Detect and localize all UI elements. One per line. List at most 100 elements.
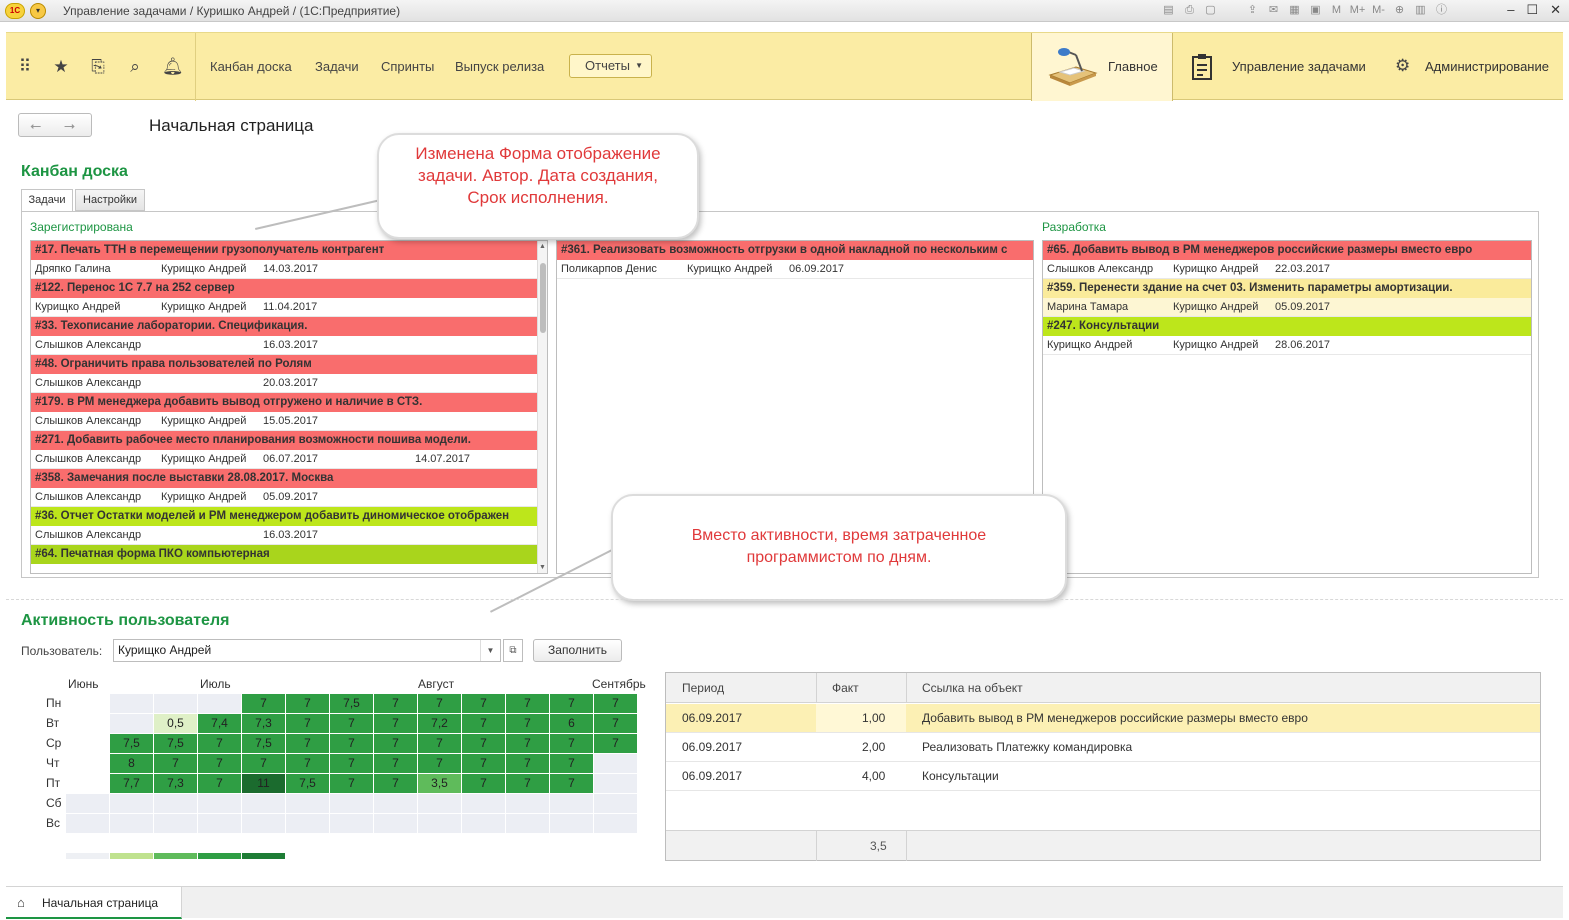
zoom-icon[interactable]: ⊕ — [1391, 3, 1408, 18]
forward-arrow-icon[interactable]: ⭢ — [64, 117, 75, 134]
scroll-up-icon[interactable]: ▲ — [539, 243, 546, 250]
card-title[interactable]: #271. Добавить рабочее место планировани… — [31, 431, 547, 450]
card-title[interactable]: #33. Техописание лаборатории. Спецификац… — [31, 317, 547, 336]
heatmap-cell[interactable]: 7 — [374, 774, 417, 793]
heatmap-cell[interactable]: 7,5 — [330, 694, 373, 713]
chevron-down-icon[interactable]: ▼ — [480, 640, 500, 661]
print-icon[interactable]: ⎙ — [1181, 3, 1198, 18]
heatmap-cell[interactable] — [110, 794, 153, 813]
close-icon[interactable]: ✕ — [1550, 2, 1561, 18]
heatmap-cell[interactable] — [66, 694, 109, 713]
bell-icon[interactable]: 🔔︎ — [162, 57, 184, 77]
card-details[interactable]: Поликарпов Денис Курищко Андрей 06.09.2017 — [557, 260, 1033, 279]
minimize-icon[interactable]: – — [1507, 2, 1514, 18]
heatmap-cell[interactable]: 7 — [506, 734, 549, 753]
heatmap-cell[interactable] — [66, 814, 109, 833]
save-icon[interactable]: ▤ — [1160, 3, 1177, 18]
search-icon[interactable]: ⌕ — [125, 57, 145, 77]
history-icon[interactable]: ⎘ — [88, 57, 108, 77]
card-title[interactable]: #17. Печать ТТН в перемещении грузополуч… — [31, 241, 547, 260]
nav-link-release[interactable]: Выпуск релиза — [455, 59, 544, 74]
heatmap-cell[interactable]: 7 — [374, 714, 417, 733]
heatmap-cell[interactable] — [594, 814, 637, 833]
heatmap-cell[interactable] — [242, 814, 285, 833]
card-details[interactable]: Слышков Александр Курищко Андрей 15.05.201… — [31, 412, 547, 431]
section-task-management[interactable]: Управление задачами — [1173, 33, 1383, 101]
heatmap-cell[interactable]: 7 — [418, 734, 461, 753]
fill-button[interactable]: Заполнить — [533, 639, 622, 662]
heatmap-cell[interactable]: 7 — [286, 734, 329, 753]
heatmap-cell[interactable] — [66, 754, 109, 773]
heatmap-cell[interactable]: 7 — [330, 734, 373, 753]
heatmap-cell[interactable] — [594, 754, 637, 773]
section-main[interactable]: Главное — [1031, 33, 1173, 101]
memory-plus-icon[interactable]: M+ — [1349, 3, 1366, 18]
heatmap-cell[interactable]: 7 — [374, 694, 417, 713]
tab-settings[interactable]: Настройки — [75, 189, 145, 211]
heatmap-cell[interactable] — [154, 694, 197, 713]
heatmap-cell[interactable] — [594, 794, 637, 813]
apps-grid-icon[interactable]: ⠿ — [15, 57, 35, 77]
heatmap-cell[interactable]: 7 — [462, 714, 505, 733]
heatmap-cell[interactable]: 7,5 — [242, 734, 285, 753]
card-details[interactable]: Слышков Александр 20.03.2017 — [31, 374, 547, 393]
memory-m-icon[interactable]: M — [1328, 3, 1345, 18]
card-title[interactable]: #36. Отчет Остатки моделей и РМ менеджер… — [31, 507, 547, 526]
card-title[interactable]: #247. Консультации — [1043, 317, 1531, 336]
open-icon[interactable]: ⧉ — [503, 639, 523, 662]
tab-tasks[interactable]: Задачи — [21, 189, 73, 212]
heatmap-cell[interactable] — [506, 814, 549, 833]
heatmap-cell[interactable]: 7 — [242, 694, 285, 713]
heatmap-cell[interactable] — [110, 714, 153, 733]
scroll-thumb[interactable] — [540, 263, 546, 333]
heatmap-cell[interactable]: 7 — [374, 754, 417, 773]
nav-link-tasks[interactable]: Задачи — [315, 59, 359, 74]
heatmap-cell[interactable]: 7 — [550, 694, 593, 713]
card-title[interactable]: #122. Перенос 1С 7.7 на 252 сервер — [31, 279, 547, 298]
heatmap-cell[interactable]: 0,5 — [154, 714, 197, 733]
heatmap-cell[interactable] — [110, 694, 153, 713]
card-title[interactable]: #64. Печатная форма ПКО компьютерная — [31, 545, 547, 564]
heatmap-cell[interactable]: 7,3 — [154, 774, 197, 793]
heatmap-cell[interactable]: 7 — [198, 754, 241, 773]
heatmap-cell[interactable]: 7 — [506, 714, 549, 733]
heatmap-cell[interactable]: 7,5 — [286, 774, 329, 793]
heatmap-cell[interactable]: 7 — [242, 754, 285, 773]
nav-link-kanban[interactable]: Канбан доска — [210, 59, 292, 74]
heatmap-cell[interactable] — [154, 814, 197, 833]
card-details[interactable]: Курищко Андрей Курищко Андрей 28.06.2017 — [1043, 336, 1531, 355]
heatmap-cell[interactable]: 6 — [550, 714, 593, 733]
heatmap-cell[interactable] — [66, 734, 109, 753]
heatmap-cell[interactable]: 7 — [462, 774, 505, 793]
heatmap-cell[interactable] — [66, 714, 109, 733]
heatmap-cell[interactable]: 7 — [462, 734, 505, 753]
heatmap-cell[interactable] — [198, 794, 241, 813]
table-row[interactable]: 06.09.2017 4,00 Консультации — [666, 762, 1540, 791]
heatmap-cell[interactable] — [550, 814, 593, 833]
reports-dropdown[interactable]: Отчеты ▼ — [569, 54, 652, 78]
heatmap-cell[interactable]: 7 — [198, 734, 241, 753]
scrollbar[interactable]: ▲ ▼ — [537, 241, 547, 573]
card-list[interactable]: #65. Добавить вывод в РМ менеджеров росс… — [1042, 240, 1532, 574]
heatmap-cell[interactable] — [66, 774, 109, 793]
heatmap-cell[interactable] — [550, 794, 593, 813]
mail-icon[interactable]: ✉ — [1265, 3, 1282, 18]
heatmap-cell[interactable]: 7,2 — [418, 714, 461, 733]
heatmap-cell[interactable]: 7 — [506, 694, 549, 713]
maximize-icon[interactable]: ☐ — [1526, 2, 1538, 18]
card-title[interactable]: #361. Реализовать возможность отгрузки в… — [557, 241, 1033, 260]
heatmap-cell[interactable]: 7,5 — [154, 734, 197, 753]
section-admin[interactable]: ⚙ Администрирование — [1383, 33, 1563, 101]
heatmap-cell[interactable]: 8 — [110, 754, 153, 773]
heatmap-cell[interactable]: 7 — [418, 754, 461, 773]
heatmap-cell[interactable] — [198, 814, 241, 833]
heatmap-cell[interactable] — [198, 694, 241, 713]
heatmap-cell[interactable] — [418, 814, 461, 833]
user-field[interactable]: Курищко Андрей ▼ — [113, 639, 501, 662]
table-row[interactable]: 06.09.2017 2,00 Реализовать Платежку ком… — [666, 733, 1540, 762]
heatmap-cell[interactable] — [242, 794, 285, 813]
main-menu-icon[interactable]: ▾ — [30, 3, 46, 19]
info-icon[interactable]: ⓘ — [1433, 3, 1450, 18]
scroll-down-icon[interactable]: ▼ — [539, 564, 546, 571]
heatmap-cell[interactable]: 7 — [330, 754, 373, 773]
